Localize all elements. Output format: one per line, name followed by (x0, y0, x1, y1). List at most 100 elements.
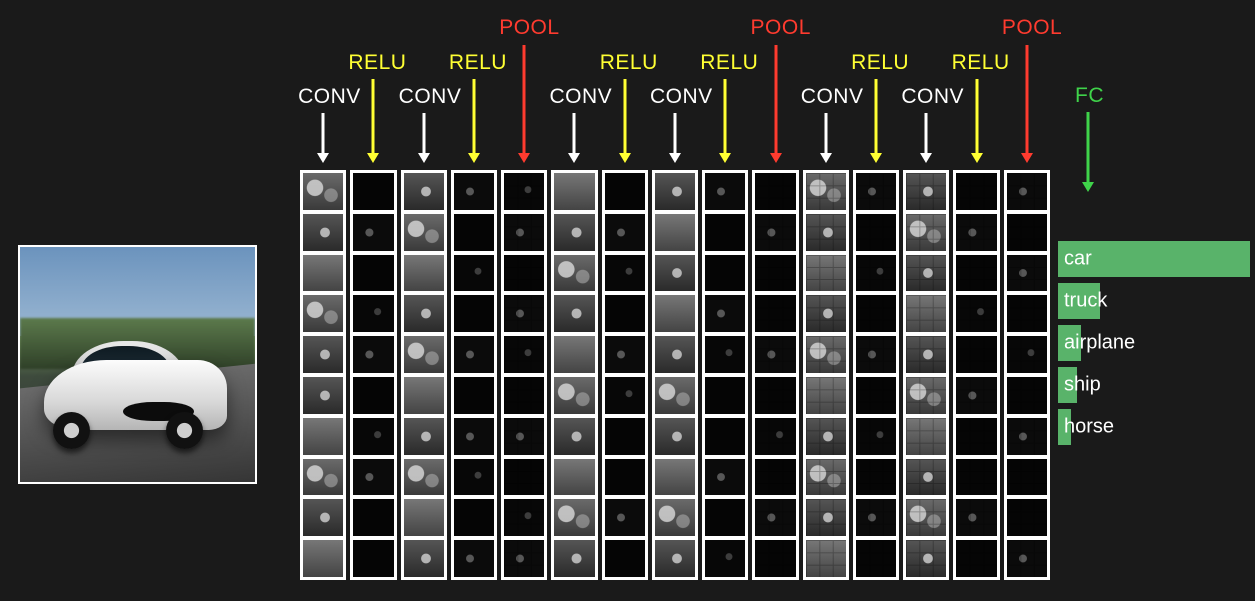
activation-cell (404, 540, 444, 577)
fc-row-ship: ship (1058, 367, 1250, 403)
activation-cell (755, 499, 795, 536)
activation-cell (454, 540, 494, 577)
activation-cell (504, 173, 544, 210)
activation-cell (554, 255, 594, 292)
activation-cell (353, 377, 393, 414)
activation-cell (655, 295, 695, 332)
activation-cell (755, 540, 795, 577)
activation-cell (454, 459, 494, 496)
layer-label-conv-0: CONV (298, 85, 361, 109)
activation-cell (806, 295, 846, 332)
activation-cell (655, 214, 695, 251)
activation-cell (705, 418, 745, 455)
activation-cell (806, 214, 846, 251)
activation-strip-5 (551, 170, 597, 580)
activation-cell (404, 459, 444, 496)
activation-cell (906, 377, 946, 414)
activation-cell (755, 214, 795, 251)
activation-cell (956, 540, 996, 577)
activation-cell (956, 255, 996, 292)
activation-cell (404, 499, 444, 536)
activation-cell (755, 377, 795, 414)
activation-cell (1007, 499, 1047, 536)
activation-cell (504, 295, 544, 332)
activation-cell (554, 336, 594, 373)
layer-label-pool-14: POOL (1002, 16, 1062, 40)
fc-label-airplane: airplane (1064, 332, 1135, 355)
activation-cell (906, 499, 946, 536)
activation-cell (605, 459, 645, 496)
activation-cell (856, 336, 896, 373)
fc-row-horse: horse (1058, 409, 1250, 445)
activation-strip-10 (803, 170, 849, 580)
activation-cell (605, 540, 645, 577)
activation-cell (956, 377, 996, 414)
activation-cell (404, 255, 444, 292)
activation-cell (404, 295, 444, 332)
activation-cell (856, 377, 896, 414)
activation-cell (755, 336, 795, 373)
fc-label-horse: horse (1064, 416, 1114, 439)
activation-cell (504, 540, 544, 577)
activation-cell (755, 255, 795, 292)
activation-cell (705, 173, 745, 210)
activation-cell (303, 418, 343, 455)
fc-label-ship: ship (1064, 374, 1101, 397)
activation-cell (554, 295, 594, 332)
activation-cell (454, 173, 494, 210)
activation-cell (906, 255, 946, 292)
activation-cell (655, 459, 695, 496)
activation-cell (856, 540, 896, 577)
activation-cell (303, 295, 343, 332)
activation-cell (856, 173, 896, 210)
fc-label-car: car (1064, 248, 1092, 271)
activation-cell (705, 499, 745, 536)
activation-cell (806, 173, 846, 210)
activation-cell (554, 499, 594, 536)
layer-label-relu-11: RELU (851, 51, 909, 75)
activation-cell (353, 499, 393, 536)
input-image-car-wheel-front (166, 412, 204, 450)
activation-cell (454, 418, 494, 455)
layer-label-relu-6: RELU (600, 51, 658, 75)
activation-cell (906, 418, 946, 455)
activation-cell (303, 499, 343, 536)
layer-label-pool-9: POOL (751, 16, 811, 40)
activation-cell (956, 418, 996, 455)
activation-strip-11 (853, 170, 899, 580)
activation-cell (956, 499, 996, 536)
activation-strip-12 (903, 170, 949, 580)
layer-label-relu-1: RELU (348, 51, 406, 75)
activation-cell (504, 336, 544, 373)
activation-cell (655, 173, 695, 210)
activation-cell (303, 459, 343, 496)
activation-cell (1007, 459, 1047, 496)
activation-cell (956, 214, 996, 251)
activation-cell (605, 295, 645, 332)
activation-cell (956, 173, 996, 210)
layer-label-conv-7: CONV (650, 85, 713, 109)
activation-cell (605, 173, 645, 210)
activation-cell (906, 459, 946, 496)
activation-cell (705, 540, 745, 577)
activation-cell (554, 173, 594, 210)
layer-label-conv-10: CONV (801, 85, 864, 109)
activation-cell (454, 499, 494, 536)
activation-cell (454, 295, 494, 332)
activation-cell (605, 255, 645, 292)
activation-cell (554, 377, 594, 414)
activation-cell (655, 418, 695, 455)
activation-cell (806, 459, 846, 496)
activation-cell (303, 377, 343, 414)
activation-cell (404, 214, 444, 251)
activation-strip-1 (350, 170, 396, 580)
activation-cell (605, 499, 645, 536)
activation-cell (755, 173, 795, 210)
fc-row-airplane: airplane (1058, 325, 1250, 361)
activation-cell (353, 173, 393, 210)
activation-strip-6 (602, 170, 648, 580)
activation-cell (755, 459, 795, 496)
activation-cell (504, 377, 544, 414)
activation-cell (906, 295, 946, 332)
fc-row-truck: truck (1058, 283, 1250, 319)
